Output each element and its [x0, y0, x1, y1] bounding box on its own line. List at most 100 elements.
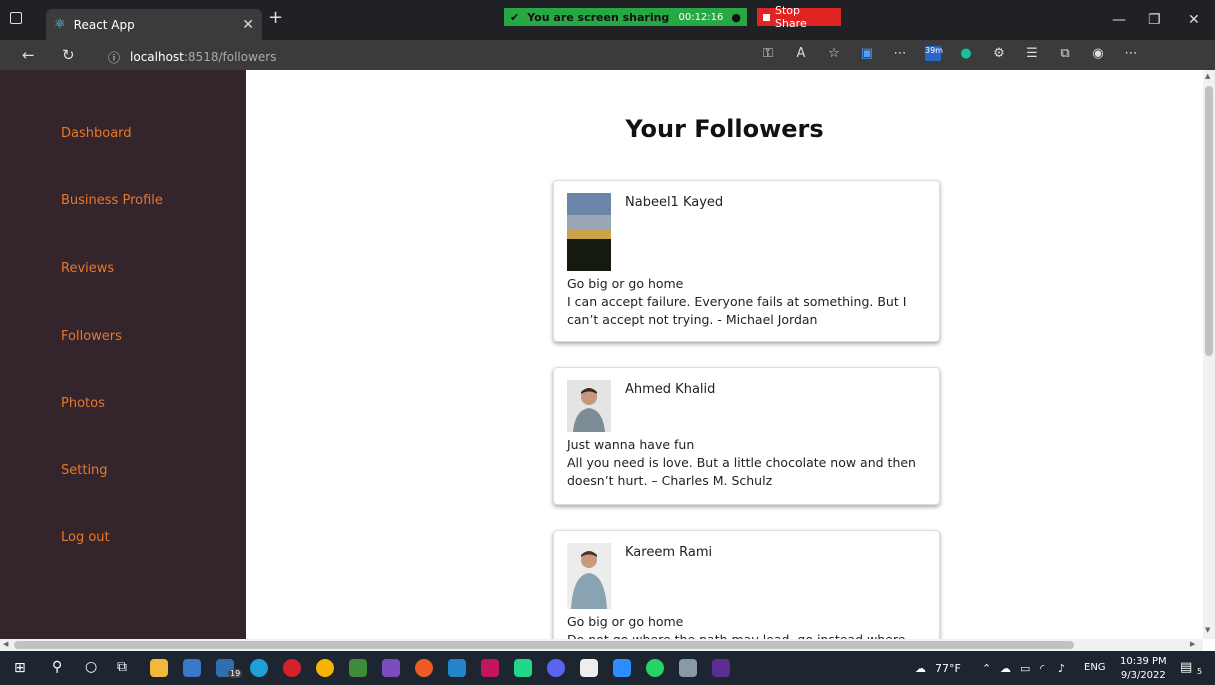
back-icon[interactable]: ← — [22, 46, 35, 64]
settings-more-icon[interactable]: ⋯ — [1123, 46, 1139, 61]
onedrive-icon[interactable]: ☁ — [1000, 662, 1011, 675]
chrome-icon[interactable] — [316, 659, 334, 677]
whatsapp-icon[interactable] — [646, 659, 664, 677]
sidebar-item-setting[interactable]: Setting — [61, 463, 108, 478]
sidebar-item-log-out[interactable]: Log out — [61, 530, 110, 545]
close-window-icon[interactable]: ✕ — [1188, 12, 1200, 28]
read-aloud-icon[interactable]: A — [793, 46, 809, 61]
lambda-icon[interactable] — [349, 659, 367, 677]
url-host: localhost — [130, 50, 184, 64]
share-pin-icon: ✔ — [510, 10, 520, 24]
volume-icon[interactable]: ♪ — [1058, 662, 1065, 675]
notification-count: 5 — [1197, 667, 1203, 676]
battery-icon[interactable]: ▭ — [1020, 662, 1030, 675]
language-indicator[interactable]: ENG — [1084, 662, 1106, 673]
sidebar-item-followers[interactable]: Followers — [61, 329, 122, 344]
stop-share-label: Stop Share — [774, 4, 807, 30]
scroll-down-icon[interactable]: ▼ — [1205, 626, 1210, 634]
share-text: You are screen sharing — [527, 10, 670, 24]
horizontal-scroll-thumb[interactable] — [14, 641, 1074, 649]
rider-icon[interactable] — [481, 659, 499, 677]
favorites-list-icon[interactable]: ☰ — [1024, 46, 1040, 61]
horizontal-scrollbar[interactable]: ◀ ▶ — [0, 639, 1203, 651]
scroll-right-icon[interactable]: ▶ — [1190, 640, 1195, 648]
follower-name: Kareem Rami — [625, 545, 713, 560]
follower-status: Go big or go home — [567, 614, 684, 629]
sidebar: Dashboard Business Profile Reviews Follo… — [0, 70, 246, 639]
minimize-icon[interactable]: — — [1112, 12, 1126, 28]
edge-icon[interactable] — [250, 659, 268, 677]
windows-start-icon[interactable]: ⊞ — [14, 660, 26, 676]
profile-icon[interactable]: ◉ — [1090, 46, 1106, 61]
pycharm-icon[interactable] — [514, 659, 532, 677]
wifi-icon[interactable]: ◜ — [1040, 662, 1044, 675]
tab-title: React App — [73, 17, 135, 32]
stop-icon — [763, 13, 770, 21]
url-path: :8518/followers — [183, 50, 277, 64]
follower-quote: Do not go where the path may lead, go in… — [567, 631, 926, 639]
follower-quote: I can accept failure. Everyone fails at … — [567, 294, 907, 327]
weather-temp[interactable]: 77°F — [935, 662, 961, 675]
app-icon[interactable] — [712, 659, 730, 677]
address-bar: ← ↻ ⓘ localhost:8518/followers ⚿ A ☆ ▣ ⋯… — [0, 40, 1215, 70]
stop-share-button[interactable]: Stop Share — [757, 4, 841, 30]
postman-icon[interactable] — [415, 659, 433, 677]
follower-avatar — [567, 380, 611, 432]
extensions-icon[interactable]: ⚙ — [991, 46, 1007, 61]
collections-icon[interactable]: ⧉ — [1057, 46, 1073, 61]
follower-card: Ahmed Khalid Just wanna have fun All you… — [553, 367, 940, 505]
visual-studio-icon[interactable] — [382, 659, 400, 677]
sidebar-item-photos[interactable]: Photos — [61, 396, 105, 411]
url-field[interactable]: ⓘ localhost:8518/followers — [108, 47, 748, 67]
close-tab-icon[interactable]: ✕ — [242, 17, 254, 33]
scroll-up-icon[interactable]: ▲ — [1205, 72, 1210, 80]
opera-icon[interactable] — [283, 659, 301, 677]
sidebar-item-reviews[interactable]: Reviews — [61, 261, 114, 276]
grammarly-icon[interactable]: ● — [958, 46, 974, 61]
restore-icon[interactable]: ❐ — [1148, 12, 1161, 28]
notion-icon[interactable] — [580, 659, 598, 677]
vertical-scrollbar[interactable]: ▲ ▼ — [1203, 70, 1215, 639]
browser-titlebar: ⚛ React App ✕ + ✔ You are screen sharing… — [0, 0, 1215, 40]
follower-quote: All you need is love. But a little choco… — [567, 455, 916, 488]
file-explorer-icon[interactable] — [150, 659, 168, 677]
more-ext-icon[interactable]: ⋯ — [892, 46, 908, 61]
browser-tab[interactable]: ⚛ React App ✕ — [46, 9, 262, 40]
vertical-scroll-thumb[interactable] — [1205, 86, 1213, 356]
follower-status: Just wanna have fun — [567, 437, 695, 452]
favorite-icon[interactable]: ☆ — [826, 46, 842, 61]
task-view-icon[interactable]: ⧉ — [117, 659, 127, 675]
cloud-icon: ☁ — [915, 662, 926, 675]
show-hidden-icons[interactable]: ⌃ — [982, 662, 991, 675]
photos-icon[interactable] — [679, 659, 697, 677]
shield-icon: ● — [731, 10, 741, 24]
sidebar-item-business-profile[interactable]: Business Profile — [61, 193, 163, 208]
share-timer: 00:12:16 — [678, 11, 724, 23]
page-title: Your Followers — [625, 115, 824, 143]
tab-actions-icon[interactable] — [10, 12, 22, 24]
follower-avatar — [567, 193, 611, 271]
screen-sharing-banner: ✔ You are screen sharing 00:12:16 ● — [504, 8, 747, 26]
follower-card: Nabeel1 Kayed Go big or go home I can ac… — [553, 180, 940, 342]
windows-taskbar: ⊞ ⚲ ○ ⧉ 19 ☁ 77°F ⌃ ☁ ▭ ◜ ♪ ENG 10:39 PM… — [0, 651, 1215, 685]
key-icon[interactable]: ⚿ — [760, 46, 776, 61]
discord-icon[interactable] — [547, 659, 565, 677]
update-badge[interactable]: 39m — [925, 46, 943, 61]
notifications-icon[interactable]: ▤ — [1180, 660, 1192, 675]
store-icon[interactable] — [183, 659, 201, 677]
zoom-icon[interactable] — [613, 659, 631, 677]
clock[interactable]: 10:39 PM 9/3/2022 — [1120, 655, 1167, 683]
search-icon[interactable]: ⚲ — [52, 659, 62, 675]
new-tab-icon[interactable]: + — [268, 7, 283, 28]
translate-icon[interactable]: ▣ — [859, 46, 875, 61]
extension-toolbar: ⚿ A ☆ ▣ ⋯ 39m ● ⚙ ☰ ⧉ ◉ ⋯ — [760, 46, 1139, 61]
scroll-left-icon[interactable]: ◀ — [3, 640, 8, 648]
follower-name: Ahmed Khalid — [625, 382, 716, 397]
refresh-icon[interactable]: ↻ — [62, 46, 75, 64]
info-icon: ⓘ — [108, 50, 121, 65]
mail-badge: 19 — [228, 669, 243, 678]
react-icon: ⚛ — [54, 17, 66, 32]
vscode-icon[interactable] — [448, 659, 466, 677]
sidebar-item-dashboard[interactable]: Dashboard — [61, 126, 132, 141]
cortana-icon[interactable]: ○ — [85, 659, 97, 675]
